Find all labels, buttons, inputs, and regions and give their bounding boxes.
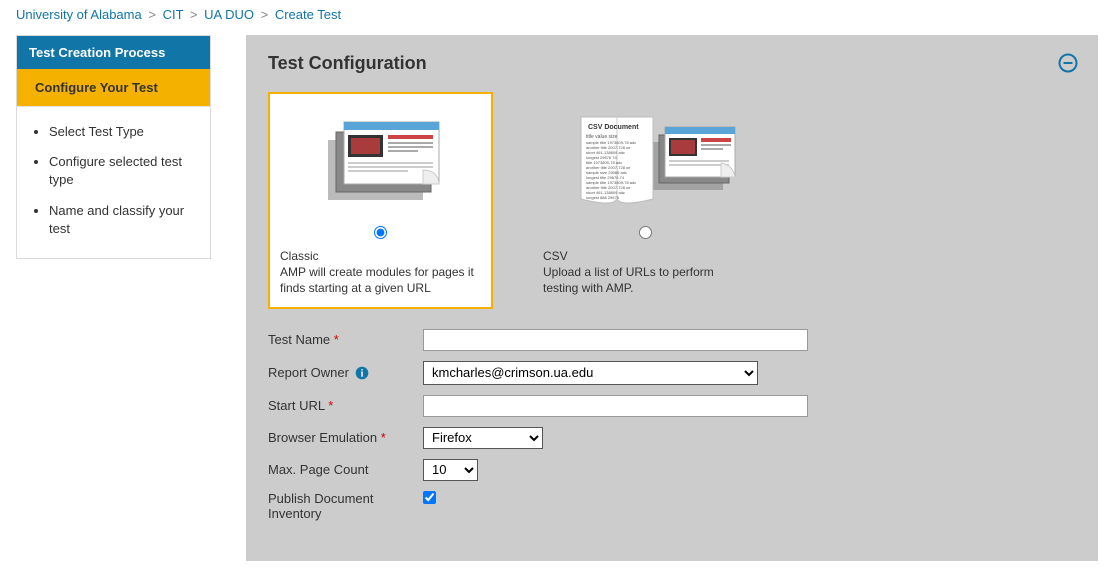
breadcrumb-current: Create Test — [275, 7, 341, 22]
report-owner-select[interactable]: kmcharles@crimson.ua.edu — [423, 361, 758, 385]
type-card-csv[interactable]: CSV Document title value size sample tit… — [533, 92, 758, 309]
type-radio-classic[interactable] — [374, 226, 387, 239]
sidebar-step: Select Test Type — [49, 117, 200, 147]
sidebar-step: Name and classify your test — [49, 196, 200, 244]
label-publish-doc-inventory: Publish Document Inventory — [268, 491, 423, 521]
breadcrumb-link-2[interactable]: UA DUO — [204, 7, 254, 22]
info-icon[interactable]: i — [355, 366, 369, 380]
classic-thumb — [280, 102, 481, 222]
browser-emulation-select[interactable]: Firefox — [423, 427, 543, 449]
breadcrumb-link-0[interactable]: University of Alabama — [16, 7, 142, 22]
sidebar-step: Configure selected test type — [49, 147, 200, 195]
label-test-name: Test Name * — [268, 332, 423, 347]
label-max-page-count: Max. Page Count — [268, 462, 423, 477]
publish-doc-inventory-checkbox[interactable] — [423, 491, 436, 504]
collapse-icon[interactable] — [1058, 53, 1078, 76]
type-label-csv: CSV Upload a list of URLs to perform tes… — [543, 248, 748, 297]
sidebar-steps: Select Test Type Configure selected test… — [17, 107, 210, 258]
page-title: Test Configuration — [268, 53, 1076, 74]
type-label-classic: Classic AMP will create modules for page… — [280, 248, 481, 297]
csv-thumb: CSV Document title value size sample tit… — [543, 102, 748, 222]
main-panel: Test Configuration — [246, 35, 1098, 561]
start-url-input[interactable] — [423, 395, 808, 417]
label-start-url: Start URL * — [268, 398, 423, 413]
max-page-count-select[interactable]: 10 — [423, 459, 478, 481]
type-radio-csv[interactable] — [639, 226, 652, 239]
type-card-classic[interactable]: Classic AMP will create modules for page… — [268, 92, 493, 309]
breadcrumb-link-1[interactable]: CIT — [163, 7, 184, 22]
breadcrumb-sep: > — [187, 7, 201, 22]
sidebar: Test Creation Process Configure Your Tes… — [16, 35, 211, 259]
test-name-input[interactable] — [423, 329, 808, 351]
breadcrumb-sep: > — [145, 7, 159, 22]
svg-text:i: i — [360, 369, 363, 380]
sidebar-active-step[interactable]: Configure Your Test — [17, 69, 210, 107]
breadcrumb: University of Alabama > CIT > UA DUO > C… — [0, 0, 1114, 29]
label-browser-emulation: Browser Emulation * — [268, 430, 423, 445]
svg-text:CSV Document: CSV Document — [588, 124, 639, 131]
breadcrumb-sep: > — [258, 7, 272, 22]
sidebar-header: Test Creation Process — [17, 36, 210, 69]
svg-text:longest 886 29676: longest 886 29676 — [586, 195, 620, 200]
label-report-owner: Report Owner i — [268, 365, 423, 381]
